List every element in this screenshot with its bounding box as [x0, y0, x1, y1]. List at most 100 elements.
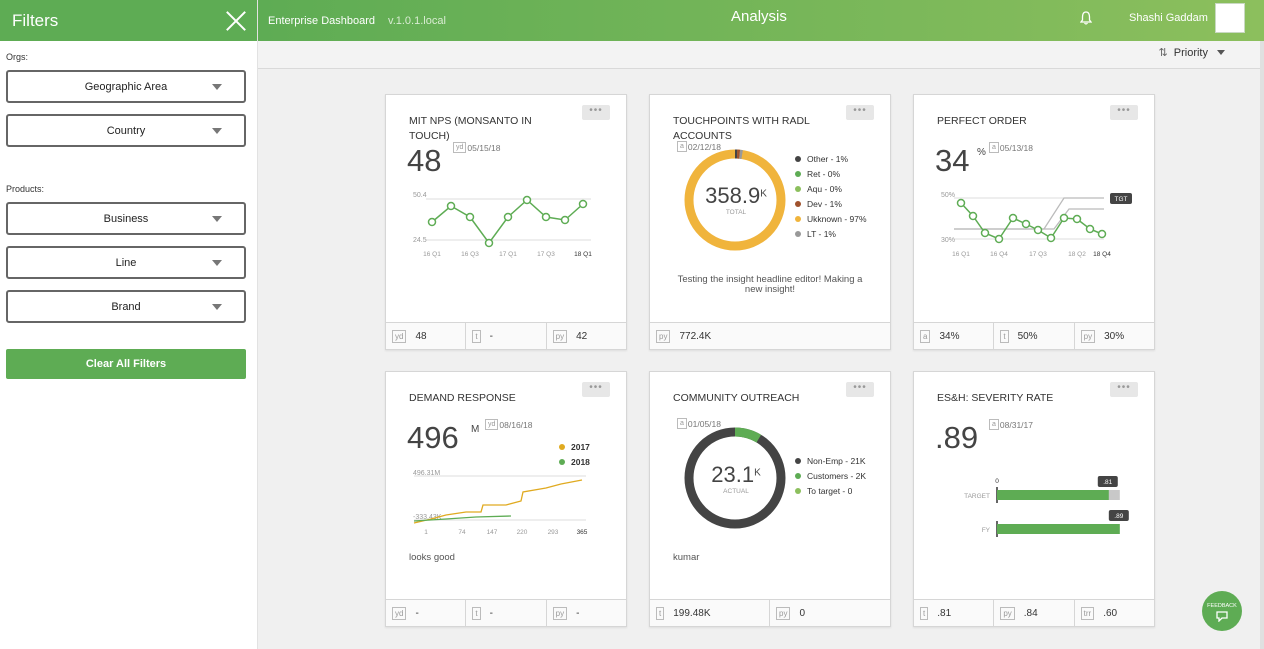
bell-icon[interactable] — [1080, 11, 1092, 25]
card-title: MIT NPS (MONSANTO IN TOUCH) — [409, 115, 532, 142]
avatar[interactable] — [1215, 3, 1245, 33]
data-point — [484, 238, 494, 248]
geographic-area-dropdown[interactable]: Geographic Area — [6, 70, 246, 103]
feedback-button[interactable]: FEEDBACK — [1202, 591, 1242, 631]
footer-stat: t- — [466, 323, 547, 349]
legend-label: Aqu - 0% — [807, 183, 842, 194]
stat-tag: t — [656, 606, 665, 620]
country-dropdown[interactable]: Country — [6, 114, 246, 147]
legend-dot — [795, 215, 801, 222]
caret-down-icon — [1217, 50, 1225, 55]
stat-tag: py — [656, 329, 671, 343]
x-tick-label: 17 Q3 — [1029, 251, 1047, 258]
community-legend: Non-Emp - 21K Customers - 2K To target -… — [795, 453, 866, 498]
scrollbar[interactable] — [1260, 41, 1264, 649]
data-point — [1033, 225, 1043, 235]
legend-dot — [795, 170, 801, 177]
legend-item: To target - 0 — [795, 483, 866, 498]
zero-label: 0 — [995, 478, 999, 485]
stat-value: 34% — [939, 330, 960, 342]
data-point — [503, 212, 513, 222]
more-options-button[interactable]: ••• — [1110, 382, 1138, 397]
business-dropdown[interactable]: Business — [6, 202, 246, 235]
legend-label: Other - 1% — [807, 153, 849, 164]
close-icon[interactable] — [225, 10, 247, 32]
data-point — [1021, 219, 1031, 229]
stat-value: .60 — [1103, 607, 1118, 619]
stat-tag: py — [552, 606, 568, 620]
caret-down-icon — [212, 216, 222, 222]
kpi-meta: a 08/31/17 — [989, 419, 1033, 430]
target-label: TGT — [1115, 196, 1128, 203]
dropdown-label: Brand — [111, 300, 141, 313]
data-point — [994, 234, 1004, 244]
data-point — [1097, 229, 1107, 239]
kpi-value: 34 — [935, 143, 970, 178]
data-point — [1046, 233, 1056, 243]
stat-tag: py — [1000, 606, 1015, 620]
more-options-button[interactable]: ••• — [846, 105, 874, 120]
sort-label: Priority — [1173, 46, 1208, 59]
data-point — [522, 195, 532, 205]
stat-tag: trr — [1080, 606, 1095, 620]
bar — [997, 490, 1109, 500]
legend-item: Non-Emp - 21K — [795, 453, 866, 468]
footer-stat: py - — [547, 600, 626, 626]
card-footer: yd 48 t- py 42 — [386, 322, 626, 349]
perfect-order-card[interactable]: ••• PERFECT ORDER 34 % a 05/13/18 50% 30% T… — [913, 94, 1155, 350]
touchpoints-legend: Other - 1% Ret - 0% Aqu - 0% Dev - 1% Uk… — [795, 151, 867, 241]
x-tick-label: 16 Q1 — [952, 251, 970, 258]
demand-response-chart: 496.31M-333.43K1 74 147 220 293 365 — [413, 470, 588, 536]
app-version: v.1.0.1.local — [388, 14, 446, 27]
stat-value: 30% — [1104, 330, 1125, 342]
touchpoints-card[interactable]: ••• TOUCHPOINTS WITH RADL ACCOUNTS a 02/1… — [649, 94, 891, 350]
donut-value: 358.9 — [705, 183, 761, 208]
legend-label: Non-Emp - 21K — [807, 455, 866, 466]
x-tick-label: 147 — [487, 529, 498, 536]
footer-stat: py 42 — [547, 323, 626, 349]
stat-tag: py — [776, 606, 791, 620]
legend-dot — [795, 155, 801, 162]
more-options-button[interactable]: ••• — [846, 382, 874, 397]
kpi-date: 08/16/18 — [499, 419, 533, 430]
caret-down-icon — [212, 304, 222, 310]
period-tag: a — [989, 142, 999, 153]
period-tag: yd — [453, 142, 467, 153]
stat-tag: py — [552, 329, 568, 343]
more-options-button[interactable]: ••• — [582, 105, 610, 120]
stat-value: 772.4K — [679, 330, 712, 342]
bar — [997, 524, 1120, 534]
stat-value: 42 — [576, 330, 588, 342]
x-tick-label: 18 Q4 — [1093, 251, 1111, 258]
app-brand[interactable]: Enterprise Dashboard — [268, 15, 375, 27]
brand-dropdown[interactable]: Brand — [6, 290, 246, 323]
filters-header: Filters — [0, 0, 257, 41]
stat-value: 199.48K — [673, 607, 711, 619]
footer-stat: t .81 — [914, 600, 995, 626]
community-outreach-card[interactable]: ••• COMMUNITY OUTREACH a 01/05/18 23.1K A… — [649, 371, 891, 627]
more-options-button[interactable]: ••• — [1110, 105, 1138, 120]
card-footer: t 199.48K py 0 — [650, 599, 890, 626]
esh-severity-card[interactable]: ••• ES&H: SEVERITY RATE .89 a 08/31/17 0 T… — [913, 371, 1155, 627]
donut-unit: K — [754, 467, 761, 479]
data-point — [541, 212, 551, 222]
data-point — [1072, 214, 1082, 224]
data-point — [578, 199, 588, 209]
user-name[interactable]: Shashi Gaddam — [1129, 12, 1208, 24]
legend-dot — [795, 200, 801, 207]
stat-tag: yd — [392, 329, 407, 343]
donut-label: ACTUAL — [723, 488, 749, 495]
clear-all-filters-button[interactable]: Clear All Filters — [6, 349, 246, 379]
line-dropdown[interactable]: Line — [6, 246, 246, 279]
stat-value: - — [489, 330, 493, 342]
stat-tag: t — [920, 606, 929, 620]
legend-item: LT - 1% — [795, 226, 867, 241]
nps-card[interactable]: ••• MIT NPS (MONSANTO IN TOUCH) 48 yd 05/… — [385, 94, 627, 350]
footer-stat: t 199.48K — [650, 600, 770, 626]
demand-response-card[interactable]: ••• DEMAND RESPONSE 496 M yd 08/16/18 201… — [385, 371, 627, 627]
dropdown-label: Country — [106, 124, 146, 137]
more-options-button[interactable]: ••• — [582, 382, 610, 397]
kpi-value: .89 — [935, 420, 979, 455]
sort-dropdown[interactable]: ⇅ Priority — [1159, 46, 1225, 59]
filters-title: Filters — [12, 10, 59, 30]
